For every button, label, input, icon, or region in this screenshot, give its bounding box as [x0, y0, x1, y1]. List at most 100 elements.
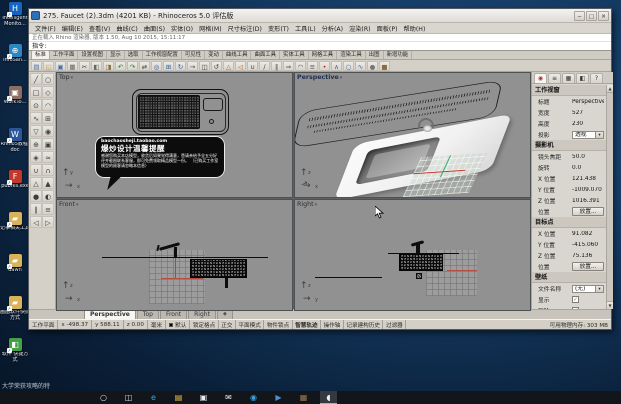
property-value[interactable]: 0.0	[572, 165, 604, 171]
toolbar-tab[interactable]: 变动	[205, 51, 223, 59]
icon-infosan[interactable]: ⊕ InfoSan...	[0, 44, 30, 84]
maximize-button[interactable]: □	[586, 11, 597, 21]
trim-icon[interactable]: ∕	[259, 61, 270, 71]
status-toggle[interactable]: 正交	[219, 320, 236, 329]
extend-icon[interactable]: ⇒	[283, 61, 294, 71]
status-toggle[interactable]: 平面模式	[236, 320, 264, 329]
toolbar-tab[interactable]: 新增功能	[384, 51, 413, 59]
property-value[interactable]: 75.136	[572, 253, 604, 259]
menu-item[interactable]: 尺寸标注(D)	[225, 24, 265, 33]
solid-tool-icon[interactable]: ▲	[42, 177, 54, 189]
task-view-icon[interactable]: ◫	[120, 391, 137, 404]
property-value[interactable]: ✓	[572, 307, 579, 309]
toolbar-tab[interactable]: 标准	[31, 50, 50, 59]
property-value[interactable]: (无)	[572, 285, 604, 293]
menu-item[interactable]: 渲染(R)	[346, 24, 374, 33]
toolbar-tab[interactable]: 选取	[125, 51, 143, 59]
rhino-taskbar-icon[interactable]: ◖	[320, 391, 337, 404]
sphere-icon[interactable]: ●	[367, 61, 378, 71]
mirror-left-tool-icon[interactable]: ◁	[30, 216, 42, 228]
menu-item[interactable]: 变形(T)	[265, 24, 292, 33]
polyline-icon[interactable]: ∧	[331, 61, 342, 71]
viewport-perspective[interactable]: Perspective▾	[294, 72, 531, 198]
surface-tool-icon[interactable]: ⊞	[42, 112, 54, 124]
circle-tool-icon[interactable]: ⊙	[30, 99, 42, 111]
cut-icon[interactable]: ✂	[79, 61, 90, 71]
offset-icon[interactable]: ≡	[307, 61, 318, 71]
open-file-icon[interactable]: ◱	[43, 61, 54, 71]
property-value[interactable]: 121.438	[572, 176, 604, 182]
zoom-window-icon[interactable]: ⊞	[163, 61, 174, 71]
status-toggle[interactable]: 过滤器	[383, 320, 406, 329]
menu-item[interactable]: 分析(A)	[319, 24, 346, 33]
icon-rhino-doc[interactable]: W Rhino5教程.doc	[0, 128, 30, 168]
icon-intelligent-monitor[interactable]: H Intelligent Monito...	[0, 2, 30, 42]
browser-icon[interactable]: ◉	[245, 391, 262, 404]
fillet-icon[interactable]: ◠	[295, 61, 306, 71]
worktools-taskbar-icon[interactable]: ▦	[295, 391, 312, 404]
chevron-down-icon[interactable]: ▾	[76, 202, 79, 208]
circle-icon[interactable]: ○	[343, 61, 354, 71]
paste-icon[interactable]: ◨	[103, 61, 114, 71]
chevron-down-icon[interactable]: ▾	[340, 75, 343, 81]
layers-tab[interactable]: ≡	[548, 73, 561, 83]
viewport-front[interactable]: Front▾ ↑ z → x	[56, 199, 293, 311]
icon-dawn-folder[interactable]: ▰ dawn	[0, 254, 30, 294]
property-value[interactable]: 放置...	[572, 262, 604, 271]
curve-icon[interactable]: ∿	[355, 61, 366, 71]
cplane-button[interactable]: 工作平面	[29, 320, 58, 329]
toolbar-tab[interactable]: 工作平面	[50, 51, 79, 59]
help-tab[interactable]: ?	[590, 73, 603, 83]
pan-icon[interactable]: ⇄	[139, 61, 150, 71]
boolean-tool-icon[interactable]: ⊕	[30, 138, 42, 150]
property-value[interactable]: 1016.391	[572, 198, 604, 204]
viewport-right[interactable]: Right▾ ↑ z →	[294, 199, 531, 311]
property-value[interactable]: 放置...	[572, 207, 604, 216]
icon-worktools[interactable]: ▣ WorkTo...	[0, 86, 30, 126]
point-icon[interactable]: •	[319, 61, 330, 71]
box-icon[interactable]: ■	[379, 61, 390, 71]
zoom-extents-icon[interactable]: ◎	[151, 61, 162, 71]
toolbar-tab[interactable]: 网格工具	[309, 51, 338, 59]
property-value[interactable]: ✓	[572, 296, 579, 303]
toolbar-tab[interactable]: 可见性	[182, 51, 205, 59]
command-input[interactable]: 指令:	[29, 42, 611, 51]
toolbar-tab[interactable]: 出图	[366, 51, 384, 59]
properties-tab[interactable]: ◉	[534, 73, 547, 83]
viewport-top[interactable]: Top▾ baochaosheji.taobao.com 爆炒设计温馨提醒 感谢…	[56, 72, 293, 198]
menu-item[interactable]: 面板(P)	[374, 24, 401, 33]
property-value[interactable]: 50.0	[572, 154, 604, 160]
menu-item[interactable]: 帮助(H)	[401, 24, 429, 33]
property-value[interactable]: -1009.070	[572, 187, 604, 193]
rotate-object-icon[interactable]: ↺	[211, 61, 222, 71]
viewport-top-label[interactable]: Top▾	[59, 74, 73, 81]
toolbar-tab[interactable]: 渲染工具	[337, 51, 366, 59]
menu-item[interactable]: 工具(L)	[292, 24, 319, 33]
sphere-tool-icon[interactable]: ◉	[42, 125, 54, 137]
parallel-tool-icon[interactable]: ∥	[30, 203, 42, 215]
property-value[interactable]: Perspective	[572, 99, 604, 105]
ball-tool-icon[interactable]: ●	[30, 190, 42, 202]
close-button[interactable]: ✕	[598, 11, 609, 21]
gem-tool-icon[interactable]: ◈	[30, 151, 42, 163]
mail-icon[interactable]: ✉	[220, 391, 237, 404]
status-toggle[interactable]: 记录建构历史	[344, 320, 384, 329]
panel-scrollbar[interactable]: ▲ ▼	[606, 85, 613, 309]
layers-tool-icon[interactable]: ≡	[42, 203, 54, 215]
wave-tool-icon[interactable]: ≈	[42, 151, 54, 163]
property-value[interactable]: 527	[572, 110, 604, 116]
icon-software-shortcut[interactable]: ◧ 软件 快捷方式	[0, 338, 30, 378]
titlebar[interactable]: 275. Faucet (2).3dm (4201 KB) - Rhinocer…	[29, 9, 611, 23]
materials-tab[interactable]: ◧	[576, 73, 589, 83]
polyline-tool-icon[interactable]: □	[30, 86, 42, 98]
union-tool-icon[interactable]: ∪	[30, 164, 42, 176]
property-value[interactable]: 透视	[572, 131, 604, 139]
new-file-icon[interactable]: ▤	[31, 61, 42, 71]
menu-item[interactable]: 实体(O)	[168, 24, 196, 33]
chevron-down-icon[interactable]: ▾	[71, 75, 74, 81]
shade-tool-icon[interactable]: ◐	[42, 190, 54, 202]
select-tool-icon[interactable]: ╱	[30, 73, 42, 85]
redo-icon[interactable]: ↷	[127, 61, 138, 71]
status-toggle[interactable]: 操作轴	[321, 320, 344, 329]
mesh-tool-icon[interactable]: ▽	[30, 125, 42, 137]
